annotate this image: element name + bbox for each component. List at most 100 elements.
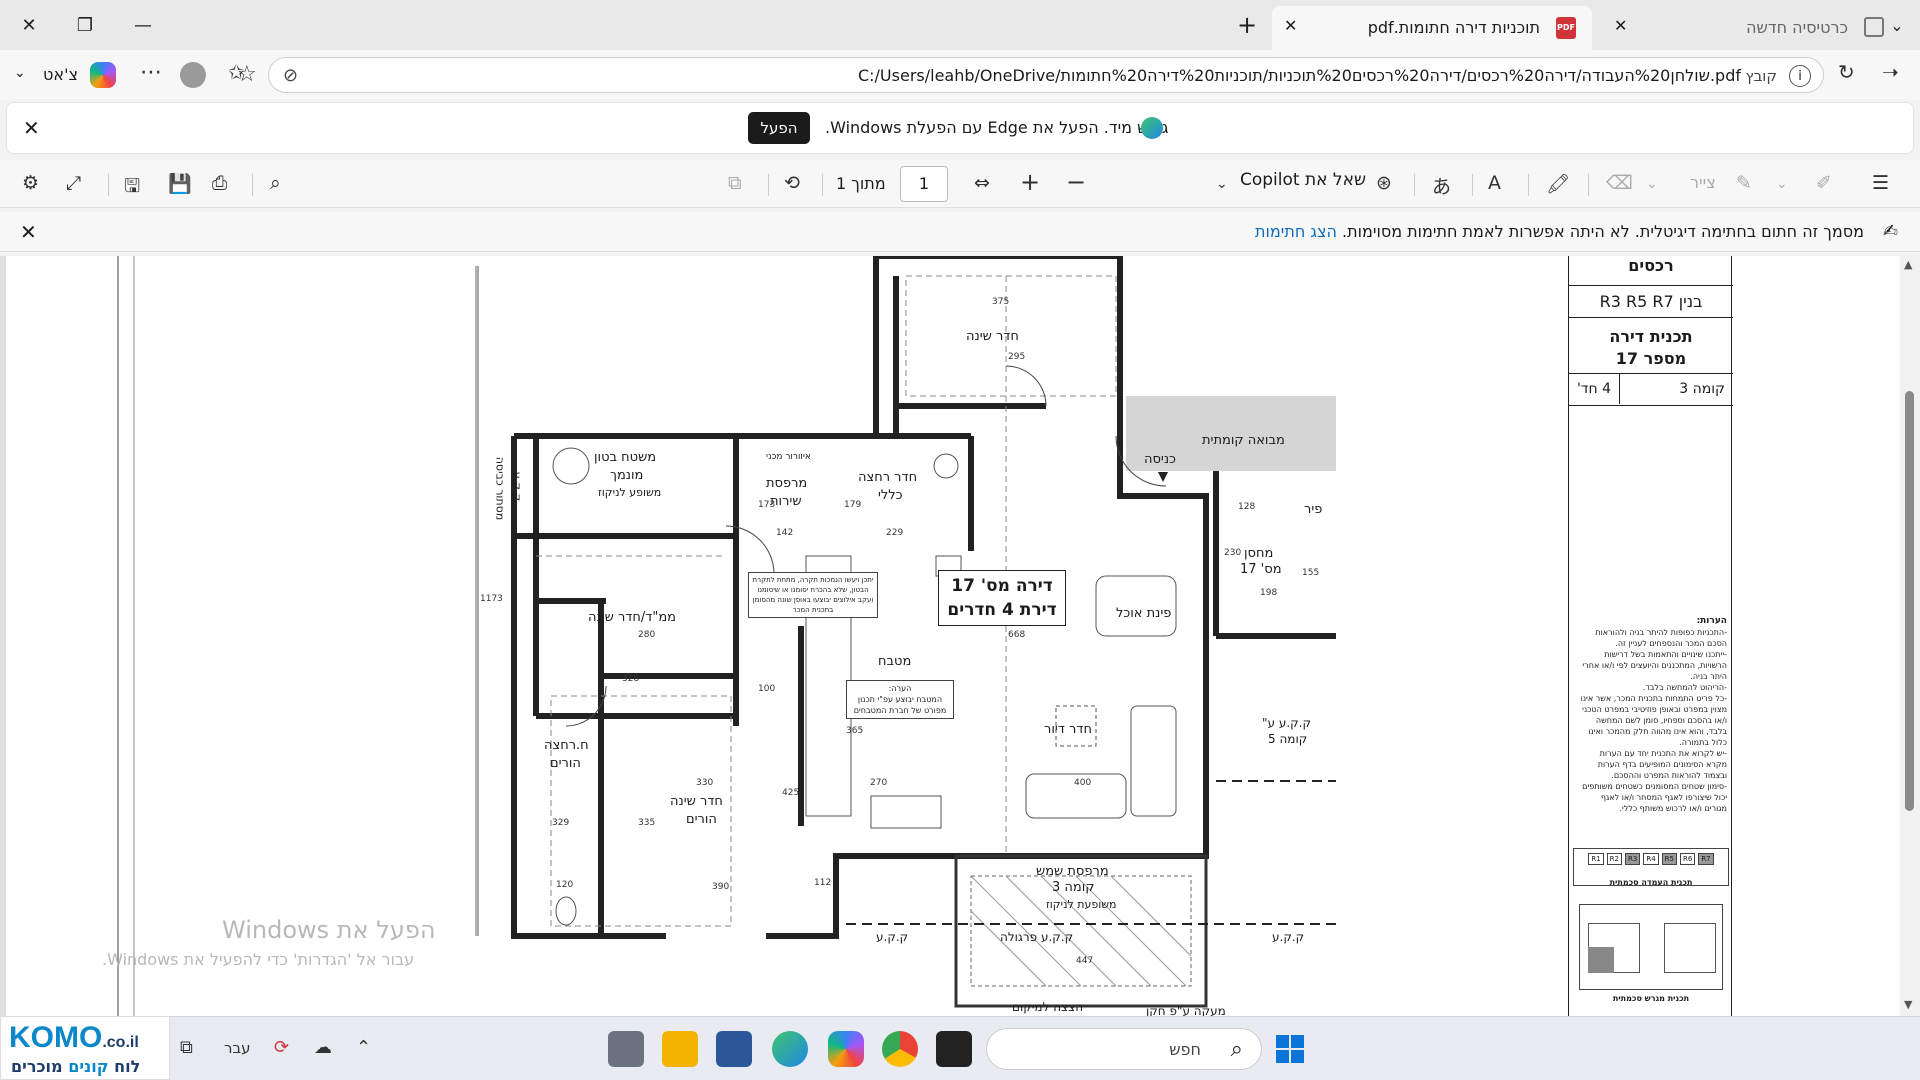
close-icon[interactable]: ✕ <box>20 220 37 244</box>
room-shaft: פיר <box>1304 502 1323 517</box>
kitchen-note-title: הערה: <box>888 684 912 693</box>
note-line: -ייתכנו שינויים והתאמות בשל דרישות הרשוי… <box>1582 650 1727 681</box>
camera-app-icon[interactable] <box>608 1031 644 1067</box>
zoom-out-icon[interactable]: − <box>1066 168 1086 196</box>
print-icon[interactable]: ⎙ <box>212 172 227 194</box>
taskbar-search[interactable]: ⌕ חפש <box>986 1028 1262 1070</box>
terminal-app-icon[interactable] <box>936 1031 972 1067</box>
save-icon[interactable]: 💾 <box>168 172 192 195</box>
dim-1: 375 <box>992 297 1010 307</box>
eraser-icon[interactable]: ⌫ <box>1606 172 1633 194</box>
tab-active[interactable]: PDF תוכניות דירה חתומות.pdf ✕ <box>1272 6 1592 50</box>
word-app-icon[interactable] <box>716 1031 752 1067</box>
tab-title: כרטיסיה חדשה <box>1746 18 1848 37</box>
restore-window-icon[interactable]: ❐ <box>62 5 108 45</box>
scroll-up-arrow-icon[interactable]: ▲ <box>1904 258 1912 271</box>
chevron-down-icon: ⌄ <box>14 65 26 81</box>
page-view-icon[interactable]: ⧉ <box>728 172 742 194</box>
read-aloud-text-icon[interactable]: A <box>1488 172 1501 194</box>
copilot-icon[interactable]: ⊛ <box>1376 172 1392 194</box>
edge-logo-icon <box>1141 117 1163 139</box>
scrollbar-thumb[interactable] <box>1905 391 1914 811</box>
room-kitchen: מטבח <box>878 654 912 669</box>
vertical-scrollbar[interactable]: ▲ ▼ <box>1900 256 1920 1016</box>
show-signatures-link[interactable]: הצג חתימות <box>1255 222 1337 241</box>
location-label: הצצה למיקום <box>1012 1000 1084 1014</box>
pdf-document-area[interactable]: חדר שינה מבואה קומתית כניסה משטח בטון מו… <box>0 256 1920 1016</box>
page-number-input[interactable]: 1 <box>900 166 948 202</box>
chrome-app-icon[interactable] <box>882 1031 918 1067</box>
more-options-icon[interactable]: ⋯ <box>140 60 162 85</box>
tagline-part: קונים <box>68 1057 109 1076</box>
chevron-down-icon[interactable]: ⌄ <box>1646 176 1658 192</box>
close-icon[interactable]: ✕ <box>23 116 40 140</box>
ceiling-note: יתכן ויעשו הנמכות תקרה, מתחת לתקרת הבטון… <box>748 572 878 618</box>
signature-pen-icon: ✍ <box>1882 221 1898 242</box>
activation-watermark-title: הפעל את Windows <box>222 916 436 944</box>
add-text-icon[interactable]: ✐ <box>1816 172 1832 194</box>
signature-text: מסמך זה חתום בחתימה דיגיטלית. לא היתה אפ… <box>1255 222 1864 241</box>
lot-plan <box>1579 904 1723 990</box>
pdf-toolbar: ⚙ ⤢ 🖫 💾 ⎙ ⌕ ⧉ ⟲ מתוך 1 1 ⇔ + − ⌄ שאל את … <box>0 160 1920 208</box>
dim-10: 198 <box>1260 588 1278 598</box>
site-info-icon[interactable]: i <box>1789 65 1811 87</box>
start-button-windows-icon[interactable] <box>1276 1035 1304 1063</box>
translate-icon[interactable]: あ <box>1432 172 1451 199</box>
ask-copilot-button[interactable]: שאל את Copilot <box>1240 170 1366 190</box>
rotate-icon[interactable]: ⟲ <box>784 172 800 194</box>
fullscreen-icon[interactable]: ⤢ <box>66 172 81 194</box>
weather-label[interactable]: עבר <box>224 1039 251 1057</box>
new-tab-plus-icon[interactable]: + <box>1224 5 1270 45</box>
refresh-icon[interactable]: ↻ <box>1838 60 1855 84</box>
highlight-icon[interactable]: 🖍 <box>1546 172 1570 195</box>
address-url[interactable]: C:/Users/leahb/OneDrive/שולחן%20העבודה/ד… <box>858 66 1741 85</box>
fit-to-width-icon[interactable]: ⇔ <box>974 172 990 194</box>
settings-gear-icon[interactable]: ⚙ <box>22 172 39 194</box>
activate-button[interactable]: הפעל <box>748 112 810 144</box>
task-view-icon[interactable]: ⧉ <box>180 1037 193 1058</box>
room-concrete-2: מונמך <box>610 468 644 483</box>
draw-label[interactable]: צייר <box>1690 173 1716 192</box>
pdf-page: חדר שינה מבואה קומתית כניסה משטח בטון מו… <box>6 256 1902 1016</box>
chevron-down-icon[interactable]: ⌄ <box>1216 176 1228 192</box>
onedrive-off-icon[interactable]: ☁ <box>314 1037 332 1058</box>
contents-list-icon[interactable]: ☰ <box>1872 172 1889 194</box>
pergola-label: ק.ק.ע פרגולה <box>1000 930 1074 944</box>
add-favorite-star-icon[interactable]: ☆ <box>237 62 257 87</box>
close-window-icon[interactable]: ✕ <box>6 5 52 45</box>
building-value: R3 R5 R7 <box>1599 292 1674 311</box>
note-line: -יש לקרוא את התכנית יחד עם הערות מקרא הס… <box>1597 749 1727 780</box>
profile-avatar[interactable] <box>180 62 206 88</box>
roof-label-3: ק.ק.ע ע" <box>1262 716 1312 730</box>
dim-21: 329 <box>552 818 570 828</box>
chevron-up-icon[interactable]: ⌃ <box>356 1037 371 1058</box>
dim-13: 100 <box>758 684 776 694</box>
tab-close-icon[interactable]: ✕ <box>1284 16 1297 35</box>
draw-pen-icon[interactable]: ✎ <box>1736 172 1752 194</box>
apartment-title-box: דירה מס' 17 דירת 4 חדרים <box>938 570 1066 626</box>
tab-list-chevron-icon[interactable]: ⌄ <box>1874 5 1920 45</box>
chevron-down-icon[interactable]: ⌄ <box>1776 176 1788 192</box>
tab-close-icon[interactable]: ✕ <box>1614 16 1627 35</box>
zoom-in-icon[interactable]: + <box>1020 168 1040 196</box>
sync-icon[interactable]: ⟳ <box>274 1037 289 1058</box>
plan-title: תכנית דירה <box>1609 327 1693 346</box>
copilot-app-icon[interactable] <box>828 1031 864 1067</box>
room-bathroom: חדר רחצה <box>858 470 918 485</box>
edge-app-icon[interactable] <box>772 1031 808 1067</box>
back-arrow-icon[interactable]: ➝ <box>1882 60 1899 84</box>
room-bedroom-1: חדר שינה <box>966 329 1019 344</box>
tab-new-tab[interactable]: כרטיסיה חדשה ✕ <box>1600 6 1900 50</box>
key-building: R6 <box>1679 853 1696 865</box>
file-explorer-icon[interactable] <box>662 1031 698 1067</box>
search-icon[interactable]: ⌕ <box>270 172 281 194</box>
minimize-window-icon[interactable]: — <box>120 5 166 45</box>
address-bar[interactable]: ☆ ⊘ C:/Users/leahb/OneDrive/שולחן%20העבו… <box>237 57 1824 93</box>
scroll-down-arrow-icon[interactable]: ▼ <box>1904 998 1912 1011</box>
komo-logo: KOMO.co.il לוח קונים מוכרים <box>0 1016 170 1080</box>
room-bathroom-2: כללי <box>878 488 903 503</box>
copilot-chat-button[interactable]: צ'אט ⌄ <box>8 58 124 92</box>
windows-taskbar: ⧉ עבר ⟳ ☁ ⌃ ⌕ חפש <box>0 1016 1920 1080</box>
read-aloud-icon[interactable]: ⊘ <box>283 65 298 86</box>
save-as-icon[interactable]: 🖫 <box>124 172 140 204</box>
